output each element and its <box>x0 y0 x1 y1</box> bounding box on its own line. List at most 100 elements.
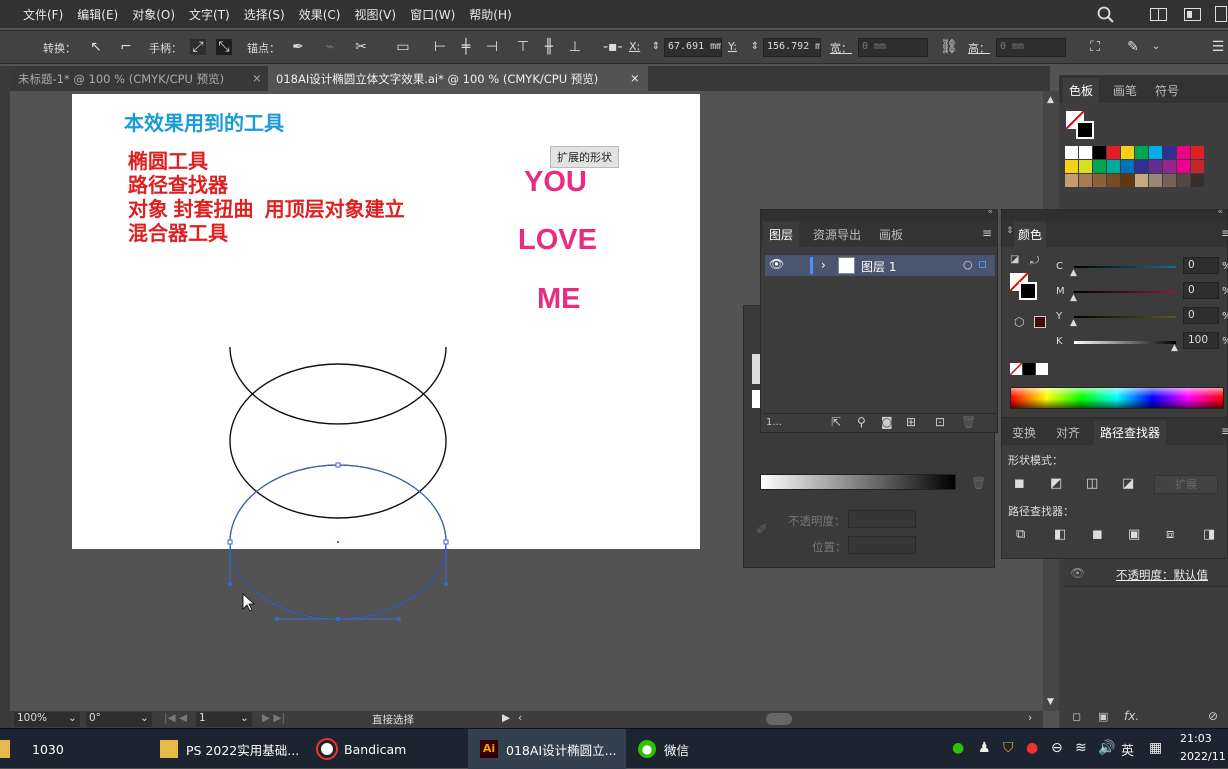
ime-tray-icon[interactable]: ⊖ <box>1051 740 1063 756</box>
isolate-icon[interactable]: ✎ <box>1125 39 1141 55</box>
visibility-eye-icon[interactable]: 👁 <box>1070 566 1085 580</box>
color-swatch[interactable] <box>1191 174 1204 187</box>
align-vcenter-icon[interactable]: ╫ <box>541 39 557 55</box>
cut-path-icon[interactable]: ✂ <box>353 39 369 55</box>
black-swatch[interactable] <box>1023 363 1035 375</box>
expand-arrow-icon[interactable]: › <box>821 258 826 272</box>
remove-anchor-icon[interactable]: ✒ <box>290 39 306 55</box>
clip-icon[interactable]: ▣ <box>1098 710 1108 723</box>
panel-menu-icon[interactable]: ≡ <box>1221 226 1228 240</box>
outline-icon[interactable]: ⧈ <box>1166 527 1174 542</box>
menu-effect[interactable]: 效果(C) <box>292 6 348 23</box>
window-control-icon[interactable] <box>1215 6 1227 22</box>
cyan-slider[interactable] <box>1074 266 1176 268</box>
workspace-icon[interactable] <box>1184 8 1201 21</box>
record-tray-icon[interactable]: ● <box>1026 740 1038 756</box>
default-colors-icon[interactable]: ◪ <box>1010 254 1019 265</box>
color-swatch[interactable] <box>1093 160 1106 173</box>
tab-active-document[interactable]: 018AI设计椭圆立体文字效果.ai* @ 100 % (CMYK/CPU 预览… <box>268 66 648 91</box>
tab-untitled[interactable]: 未标题-1* @ 100 % (CMYK/CPU 预览) × <box>10 66 268 91</box>
tab-layers[interactable]: 图层 <box>763 222 800 247</box>
close-icon[interactable]: × <box>630 71 640 85</box>
color-swatch[interactable] <box>1079 174 1092 187</box>
color-swatch[interactable] <box>1149 174 1162 187</box>
color-swatch[interactable] <box>1121 174 1134 187</box>
first-page-icon[interactable]: |◀ ◀ <box>164 712 187 727</box>
scroll-left-icon[interactable]: ‹ <box>518 712 522 727</box>
delete-icon[interactable]: ⊘ <box>1208 709 1218 723</box>
scroll-down-icon[interactable]: ▼ <box>1047 697 1054 707</box>
connect-anchor-icon[interactable]: ⌁ <box>322 39 338 55</box>
out-of-gamut-icon[interactable]: ⬡ <box>1014 315 1024 329</box>
yellow-slider[interactable] <box>1074 316 1176 318</box>
align-hcenter-icon[interactable]: ╪ <box>458 39 474 55</box>
color-swatch[interactable] <box>1093 174 1106 187</box>
merge-icon[interactable]: ◼ <box>1092 527 1103 542</box>
chevron-down-icon[interactable]: ⌄ <box>240 712 249 727</box>
cyan-value[interactable]: 0 <box>1183 257 1219 274</box>
export-icon[interactable]: ⇱ <box>831 415 841 429</box>
layer-row[interactable]: 👁 › 图层 1 ○ <box>765 255 995 276</box>
color-swatch[interactable] <box>1163 146 1176 159</box>
shield-icon[interactable]: ⛉ <box>1003 740 1014 756</box>
none-color-swatch[interactable] <box>1009 362 1023 376</box>
slider-thumb-icon[interactable]: ▲ <box>1171 343 1178 353</box>
new-sublayer-icon[interactable]: ⊞ <box>906 415 916 429</box>
anchor-point-icon[interactable]: -▪- <box>603 39 623 55</box>
clock-time[interactable]: 21:03 <box>1180 732 1212 745</box>
minus-back-icon[interactable]: ◨ <box>1203 527 1215 542</box>
stroke-indicator[interactable] <box>1019 282 1037 300</box>
color-swatch[interactable] <box>1065 160 1078 173</box>
taskbar-item-ps[interactable]: PS 2022实用基础... <box>152 729 302 769</box>
menu-view[interactable]: 视图(V) <box>347 6 403 23</box>
menu-select[interactable]: 选择(S) <box>237 6 292 23</box>
opacity-dropdown[interactable] <box>848 510 916 528</box>
unite-icon[interactable]: ◼ <box>1014 476 1025 491</box>
horizontal-scroll-thumb[interactable] <box>766 713 792 725</box>
color-swatch[interactable] <box>1135 146 1148 159</box>
wifi-icon[interactable]: ≋ <box>1075 740 1087 756</box>
color-swatch[interactable] <box>1079 146 1092 159</box>
position-dropdown[interactable] <box>848 536 916 554</box>
exclude-icon[interactable]: ◪ <box>1122 476 1134 491</box>
keyboard-grid-icon[interactable]: ▦ <box>1149 740 1162 756</box>
new-layer-icon[interactable]: ⊡ <box>935 415 945 429</box>
slider-thumb-icon[interactable]: ▲ <box>1070 293 1077 303</box>
height-field[interactable]: 0 mm <box>996 38 1066 57</box>
x-field[interactable]: 67.691 mm <box>664 38 722 57</box>
tab-asset-export[interactable]: 资源导出 <box>807 222 867 247</box>
show-handles-icon[interactable]: ⤢ <box>190 39 206 55</box>
align-left-icon[interactable]: ⊢ <box>432 39 448 55</box>
search-icon[interactable] <box>1097 6 1115 24</box>
tab-artboards[interactable]: 画板 <box>873 222 909 247</box>
menu-help[interactable]: 帮助(H) <box>462 6 518 23</box>
slider-thumb-icon[interactable]: ▲ <box>1070 268 1077 278</box>
ime-language[interactable]: 英 <box>1121 740 1134 759</box>
white-swatch[interactable] <box>1036 363 1048 375</box>
tab-align[interactable]: 对齐 <box>1050 420 1086 445</box>
black-slider[interactable] <box>1074 341 1176 344</box>
anchor-top[interactable] <box>335 462 341 468</box>
panel-menu-icon[interactable]: ≡ <box>1221 424 1228 438</box>
collapse-icon[interactable]: « <box>1217 207 1223 217</box>
divide-icon[interactable]: ⧉ <box>1016 527 1025 542</box>
color-spectrum[interactable] <box>1010 387 1224 409</box>
taskbar-item-illustrator[interactable]: Ai 018AI设计椭圆立... <box>468 729 626 769</box>
color-swatch[interactable] <box>1107 174 1120 187</box>
stop-square-icon[interactable]: ◻ <box>1072 710 1081 723</box>
handle-point[interactable] <box>275 617 279 621</box>
status-menu-icon[interactable]: ▶ <box>502 712 510 727</box>
wechat-tray-icon[interactable]: ● <box>952 740 964 756</box>
black-value[interactable]: 100 <box>1183 332 1219 349</box>
color-swatch[interactable] <box>1163 160 1176 173</box>
magenta-slider[interactable] <box>1074 291 1176 293</box>
eyedropper-icon[interactable]: ✐ <box>756 522 768 538</box>
selection-indicator[interactable] <box>979 261 986 268</box>
convert-smooth-icon[interactable]: ⌐ <box>118 39 134 55</box>
width-field[interactable]: 0 mm <box>858 38 928 57</box>
handle-point[interactable] <box>397 617 401 621</box>
handle-point[interactable] <box>444 582 448 586</box>
color-swatch[interactable] <box>1079 160 1092 173</box>
color-swatch[interactable] <box>1121 146 1134 159</box>
clipping-mask-icon[interactable]: ◙ <box>881 415 893 429</box>
